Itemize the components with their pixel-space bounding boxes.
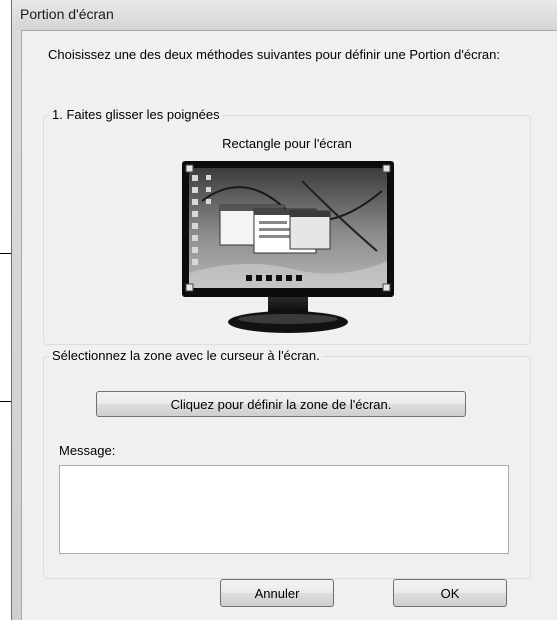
monitor-neck — [268, 297, 308, 313]
cancel-button[interactable]: Annuler — [220, 579, 334, 607]
cursor-select-group: Sélectionnez la zone avec le curseur à l… — [43, 348, 531, 579]
resize-handle-top-left — [185, 164, 194, 173]
drag-handles-group: 1. Faites glisser les poignées Rectangle… — [43, 107, 531, 345]
message-box[interactable] — [59, 465, 509, 554]
ok-button[interactable]: OK — [393, 579, 507, 607]
resize-handle-bottom-left — [185, 283, 194, 292]
drag-handles-legend: 1. Faites glisser les poignées — [50, 107, 222, 123]
title-bar[interactable]: Portion d'écran — [12, 0, 557, 30]
monitor-preview[interactable] — [182, 161, 394, 337]
define-screen-area-button[interactable]: Cliquez pour définir la zone de l'écran. — [96, 391, 466, 417]
intro-text: Choisissez une des deux méthodes suivant… — [48, 47, 500, 62]
message-label: Message: — [59, 443, 116, 458]
window-title: Portion d'écran — [20, 6, 114, 22]
cursor-select-legend: Sélectionnez la zone avec le curseur à l… — [50, 348, 322, 364]
screen-rectangle-title: Rectangle pour l'écran — [222, 136, 352, 151]
resize-handle-bottom-right — [382, 283, 391, 292]
dialog-client-area: Choisissez une des deux méthodes suivant… — [21, 30, 557, 620]
dialog-window: Portion d'écran Choisissez une des deux … — [11, 0, 557, 620]
resize-handle-top-right — [382, 164, 391, 173]
